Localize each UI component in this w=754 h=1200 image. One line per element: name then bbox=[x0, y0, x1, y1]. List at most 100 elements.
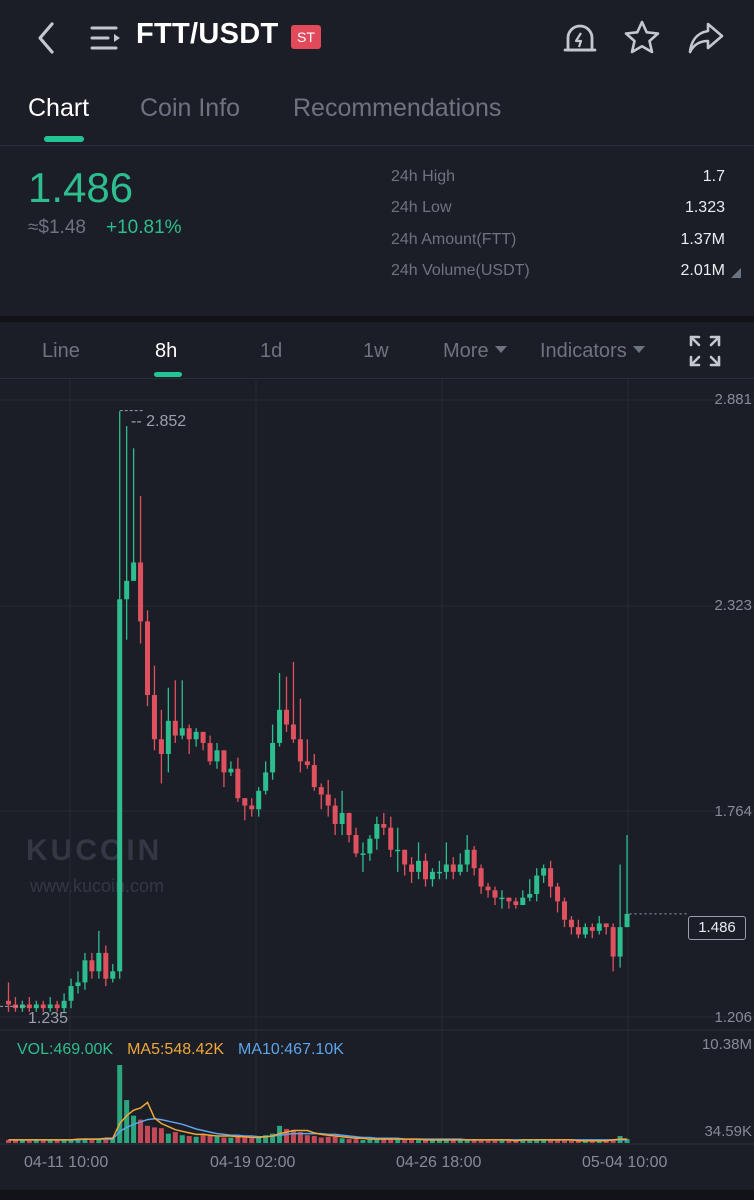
candle-body bbox=[54, 1004, 60, 1009]
volume-legend: VOL:469.00K MA5:548.42K MA10:467.10K bbox=[17, 1041, 358, 1059]
volume-bar bbox=[40, 1140, 46, 1143]
share-icon[interactable] bbox=[686, 18, 726, 58]
candle-body bbox=[416, 860, 422, 872]
bottom-bar bbox=[0, 1190, 754, 1200]
candlestick-chart[interactable] bbox=[0, 380, 754, 1150]
main-tabs: Chart Coin Info Recommendations bbox=[0, 80, 754, 146]
volume-bar bbox=[402, 1139, 408, 1143]
tab-chart[interactable]: Chart bbox=[28, 94, 89, 123]
pair-title[interactable]: FTT/USDT bbox=[136, 18, 279, 51]
candle-body bbox=[221, 750, 227, 773]
candle-body bbox=[158, 739, 164, 754]
candle-body bbox=[534, 875, 540, 894]
candle-body bbox=[485, 886, 491, 891]
candle-body bbox=[582, 927, 588, 935]
candle-body bbox=[138, 562, 144, 622]
volume-bar bbox=[179, 1135, 185, 1143]
stat-amount-label: 24h Amount(FTT) bbox=[391, 231, 517, 248]
candle-body bbox=[332, 805, 338, 824]
candle-body bbox=[26, 1004, 32, 1009]
ma10-line bbox=[8, 1118, 628, 1141]
candle-body bbox=[541, 868, 547, 876]
candle-body bbox=[284, 709, 289, 725]
volume-toggle-icon[interactable] bbox=[731, 268, 741, 278]
volume-bar bbox=[353, 1139, 359, 1143]
volume-bar bbox=[124, 1100, 130, 1143]
candle-body bbox=[395, 849, 401, 852]
candle-body bbox=[346, 812, 352, 836]
candle-body bbox=[47, 1004, 53, 1009]
candle-body bbox=[575, 927, 581, 935]
candle-body bbox=[443, 864, 449, 872]
candle-body bbox=[207, 742, 213, 762]
candle-body bbox=[527, 893, 533, 898]
stat-high-label: 24h High bbox=[391, 168, 456, 185]
tab-recommendations[interactable]: Recommendations bbox=[293, 94, 501, 123]
candle-body bbox=[33, 1004, 39, 1009]
candle-body bbox=[277, 709, 283, 743]
tab-coin-info[interactable]: Coin Info bbox=[140, 94, 240, 123]
more-dropdown[interactable]: More bbox=[443, 340, 507, 363]
approx-usd: ≈$1.48 bbox=[28, 217, 86, 238]
candle-body bbox=[131, 562, 137, 581]
candle-body bbox=[513, 901, 519, 906]
alert-bell-icon[interactable] bbox=[560, 18, 600, 58]
interval-1d[interactable]: 1d bbox=[260, 340, 282, 363]
candle-body bbox=[499, 897, 505, 900]
volume-bar bbox=[485, 1140, 491, 1143]
volume-bar bbox=[568, 1140, 574, 1143]
volume-bar bbox=[131, 1115, 137, 1143]
candle-body bbox=[214, 750, 220, 762]
x-tick: 05-04 10:00 bbox=[582, 1154, 668, 1171]
candle-body bbox=[506, 897, 512, 902]
volume-bar bbox=[499, 1140, 505, 1143]
volume-bar bbox=[151, 1127, 157, 1143]
candle-body bbox=[40, 1004, 46, 1009]
ma5-value: MA5:548.42K bbox=[127, 1041, 225, 1058]
candle-body bbox=[325, 794, 331, 806]
candle-body bbox=[6, 1000, 11, 1005]
menu-icon[interactable] bbox=[88, 20, 124, 56]
volume-bar bbox=[158, 1128, 164, 1143]
volume-bar bbox=[165, 1133, 171, 1143]
volume-bar bbox=[290, 1130, 296, 1143]
volume-bar bbox=[360, 1139, 366, 1143]
interval-1w[interactable]: 1w bbox=[363, 340, 389, 363]
volume-bar bbox=[332, 1136, 338, 1143]
candle-body bbox=[610, 927, 616, 957]
x-tick: 04-26 18:00 bbox=[396, 1154, 482, 1171]
interval-8h[interactable]: 8h bbox=[155, 340, 177, 363]
x-tick: 04-19 02:00 bbox=[210, 1154, 296, 1171]
candle-body bbox=[297, 739, 303, 762]
stat-amount-value: 1.37M bbox=[680, 231, 725, 248]
candle-body bbox=[339, 812, 345, 824]
interval-line[interactable]: Line bbox=[42, 340, 80, 363]
change-percent: +10.81% bbox=[106, 217, 182, 238]
candle-body bbox=[353, 835, 359, 854]
candle-body bbox=[61, 1000, 67, 1009]
current-price-tag: 1.486 bbox=[688, 916, 746, 940]
candle-body bbox=[235, 768, 241, 799]
candle-body bbox=[617, 927, 623, 957]
fullscreen-icon[interactable] bbox=[688, 334, 722, 368]
volume-bar bbox=[249, 1138, 255, 1143]
candle-body bbox=[436, 871, 442, 874]
candle-body bbox=[423, 860, 428, 880]
candle-body bbox=[520, 897, 526, 906]
top-bar: FTT/USDT ST bbox=[0, 0, 754, 76]
vol-value: VOL:469.00K bbox=[17, 1041, 114, 1058]
candle-body bbox=[360, 853, 366, 855]
candle-body bbox=[200, 731, 206, 743]
candle-body bbox=[263, 772, 269, 791]
candle-body bbox=[96, 952, 102, 972]
indicators-dropdown[interactable]: Indicators bbox=[540, 340, 645, 363]
candle-body bbox=[124, 580, 130, 600]
back-icon[interactable] bbox=[30, 18, 66, 58]
star-icon[interactable] bbox=[622, 18, 662, 58]
volume-bar bbox=[228, 1137, 234, 1143]
volume-bar bbox=[304, 1135, 310, 1143]
last-price: 1.486 bbox=[28, 164, 134, 211]
volume-bar bbox=[242, 1137, 248, 1143]
candle-body bbox=[311, 765, 317, 788]
volume-bar bbox=[26, 1140, 32, 1143]
